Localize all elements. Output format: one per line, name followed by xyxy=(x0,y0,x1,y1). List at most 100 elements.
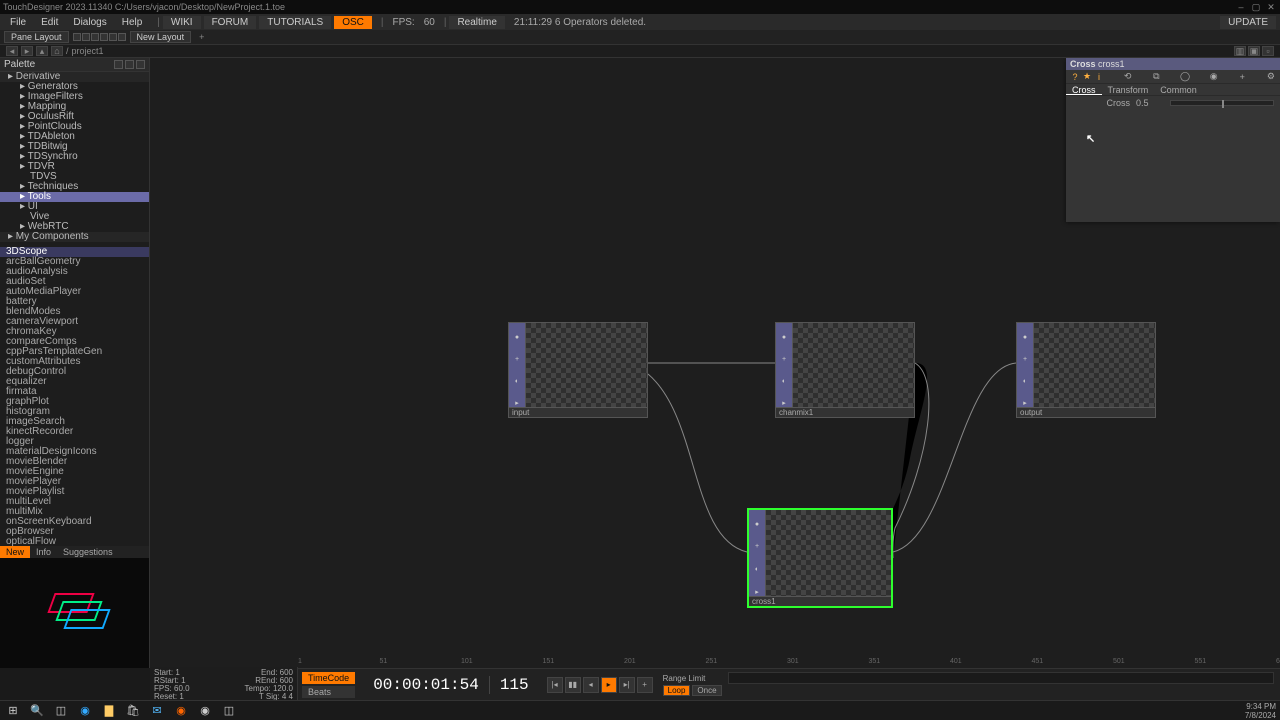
node-input[interactable]: ●+◐▸ input xyxy=(508,322,648,418)
nav-up-icon[interactable]: ▴ xyxy=(36,46,48,56)
tab-forum[interactable]: FORUM xyxy=(204,16,257,29)
max-icon[interactable]: ▢ xyxy=(1250,2,1262,12)
refresh-icon[interactable] xyxy=(114,60,123,69)
play-icon[interactable]: ▸ xyxy=(601,677,617,693)
info-icon[interactable]: i xyxy=(1094,72,1104,82)
mail-icon[interactable]: ✉ xyxy=(148,703,166,719)
newlayout-drop[interactable]: New Layout xyxy=(130,31,192,43)
nav-home-icon[interactable]: ⌂ xyxy=(51,46,63,56)
port-eye-icon[interactable]: ◐ xyxy=(513,377,521,385)
menu-file[interactable]: File xyxy=(4,16,32,29)
gear-icon[interactable]: ⚙ xyxy=(1266,72,1276,82)
store-icon[interactable]: 🛍 xyxy=(124,703,142,719)
once-button[interactable]: Once xyxy=(692,685,721,696)
menu-help[interactable]: Help xyxy=(116,16,149,29)
target-icon[interactable]: ◉ xyxy=(1209,72,1219,82)
param-tab-transform[interactable]: Transform xyxy=(1102,84,1155,95)
add-key-icon[interactable]: + xyxy=(637,677,653,693)
tab-tutorials[interactable]: TUTORIALS xyxy=(259,16,331,29)
nav-fwd-icon[interactable]: ▸ xyxy=(21,46,33,56)
timecode-mode[interactable]: TimeCode xyxy=(302,672,355,684)
cursor-icon: ↖ xyxy=(1086,132,1095,145)
layout-preset[interactable] xyxy=(73,33,81,41)
node-cross[interactable]: ●+◐▸ cross1 xyxy=(747,508,893,608)
fps-value: 60 xyxy=(424,17,435,28)
play-back-icon[interactable]: ◂ xyxy=(583,677,599,693)
edge-icon[interactable]: ◉ xyxy=(76,703,94,719)
taskbar: ⊞ 🔍 ◫ ◉ ▇ 🛍 ✉ ◉ ◉ ◫ 9:34 PM 7/8/2024 xyxy=(0,700,1280,720)
tab-osc[interactable]: OSC xyxy=(334,16,372,29)
menu-edit[interactable]: Edit xyxy=(35,16,64,29)
param-slider[interactable] xyxy=(1170,100,1274,106)
collapse-icon[interactable] xyxy=(136,60,145,69)
pane-close-icon[interactable]: ▫ xyxy=(1262,46,1274,56)
palette-preview xyxy=(0,558,149,668)
param-value[interactable]: 0.5 xyxy=(1136,98,1170,108)
loop-button[interactable]: Loop xyxy=(663,685,691,696)
layout-preset[interactable] xyxy=(100,33,108,41)
copy-icon[interactable]: ⧉ xyxy=(1151,72,1161,82)
param-tab-cross[interactable]: Cross xyxy=(1066,84,1102,95)
tab-wiki[interactable]: WIKI xyxy=(163,16,201,29)
search-icon[interactable]: 🔍 xyxy=(28,703,46,719)
mode-realtime[interactable]: Realtime xyxy=(449,16,504,29)
step-fwd-icon[interactable]: ▸| xyxy=(619,677,635,693)
taskview-icon[interactable]: ◫ xyxy=(52,703,70,719)
timeline: Start: 1End: 600RStart: 1REnd: 600FPS: 6… xyxy=(150,668,1280,700)
path-bar: ◂ ▸ ▴ ⌂ / project1 ▥ ▣ ▫ xyxy=(0,44,1280,58)
list-item[interactable]: opticalFlow xyxy=(0,537,149,546)
path-seg[interactable]: project1 xyxy=(72,46,104,56)
path-root[interactable]: / xyxy=(66,46,69,56)
start-icon[interactable]: ⊞ xyxy=(4,703,22,719)
timecode-submode[interactable]: Beats xyxy=(302,686,355,698)
pane-split-icon[interactable]: ▥ xyxy=(1234,46,1246,56)
tab-suggestions[interactable]: Suggestions xyxy=(57,546,119,558)
firefox-icon[interactable]: ◉ xyxy=(172,703,190,719)
palette-list[interactable]: 3DScopearcBallGeometryaudioAnalysisaudio… xyxy=(0,247,149,546)
palette-tree[interactable]: ▸ Derivative▸ Generators▸ ImageFilters▸ … xyxy=(0,72,149,247)
obs-icon[interactable]: ◉ xyxy=(196,703,214,719)
plus-icon[interactable]: + xyxy=(1237,72,1247,82)
timeline-ruler: 151101151201251301351401451501551600 xyxy=(298,658,1276,668)
timeline-track[interactable] xyxy=(728,672,1274,684)
palette-title: Palette xyxy=(0,58,149,72)
tab-info[interactable]: Info xyxy=(30,546,57,558)
tree-item[interactable]: ▸ UI xyxy=(0,202,149,212)
tree-item[interactable]: ▸ My Components xyxy=(0,232,149,242)
node-label: cross1 xyxy=(752,597,776,606)
panelayout-drop[interactable]: Pane Layout xyxy=(4,31,69,43)
tree-item[interactable]: ▸ TDVR xyxy=(0,162,149,172)
layout-preset[interactable] xyxy=(118,33,126,41)
layout-preset[interactable] xyxy=(109,33,117,41)
td-icon[interactable]: ◫ xyxy=(220,703,238,719)
add-layout-icon[interactable]: + xyxy=(195,32,208,42)
layout-preset[interactable] xyxy=(82,33,90,41)
frame-value[interactable]: 115 xyxy=(489,676,539,694)
node-chanmix[interactable]: ●+◐▸ chanmix1 xyxy=(775,322,915,418)
min-icon[interactable]: – xyxy=(1235,2,1247,12)
timecode-value[interactable]: 00:00:01:54 xyxy=(363,676,489,694)
help-icon[interactable]: ? xyxy=(1070,72,1080,82)
network-editor[interactable]: ●+◐▸ input ●+◐▸ chanmix1 ●+◐▸ output ●+◐… xyxy=(150,58,1280,668)
close-icon[interactable]: ✕ xyxy=(1265,2,1277,12)
folder-icon[interactable] xyxy=(125,60,134,69)
port-plus-icon[interactable]: + xyxy=(513,355,521,363)
rewind-start-icon[interactable]: |◂ xyxy=(547,677,563,693)
pane-max-icon[interactable]: ▣ xyxy=(1248,46,1260,56)
update-button[interactable]: UPDATE xyxy=(1220,16,1276,29)
tab-new[interactable]: New xyxy=(0,546,30,558)
param-tab-common[interactable]: Common xyxy=(1154,84,1203,95)
parameter-panel: Cross cross1 ? ★ i ⟲ ⧉ ◯ ◉ + ⚙ Cross Tra… xyxy=(1066,58,1280,222)
star-icon[interactable]: ★ xyxy=(1082,72,1092,82)
port-dot-icon[interactable]: ● xyxy=(513,333,521,341)
port-arrow-icon[interactable]: ▸ xyxy=(513,399,521,407)
explorer-icon[interactable]: ▇ xyxy=(100,703,118,719)
menubar: File Edit Dialogs Help | WIKI FORUM TUTO… xyxy=(0,14,1280,30)
step-back-icon[interactable]: ▮▮ xyxy=(565,677,581,693)
circle-icon[interactable]: ◯ xyxy=(1180,72,1190,82)
menu-dialogs[interactable]: Dialogs xyxy=(67,16,112,29)
layout-preset[interactable] xyxy=(91,33,99,41)
lang-icon[interactable]: ⟲ xyxy=(1123,72,1133,82)
node-output[interactable]: ●+◐▸ output xyxy=(1016,322,1156,418)
nav-back-icon[interactable]: ◂ xyxy=(6,46,18,56)
